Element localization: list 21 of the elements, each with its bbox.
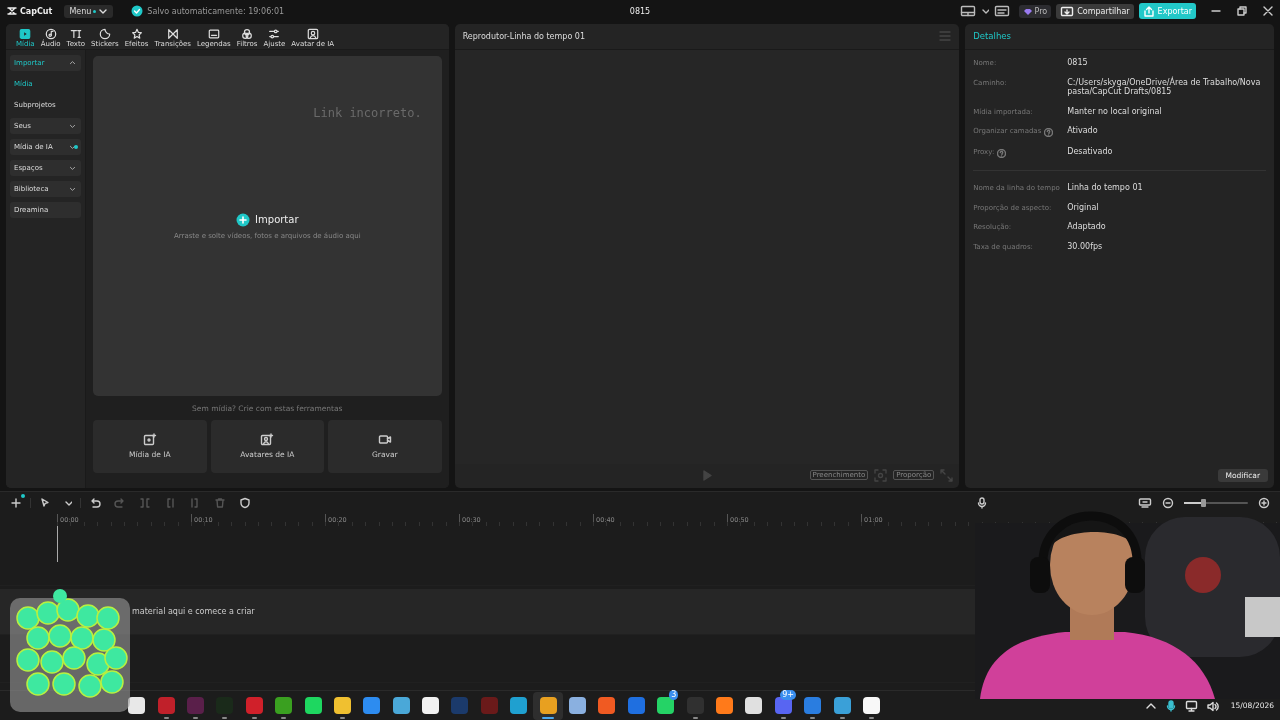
field-value: Adaptado (1067, 222, 1107, 233)
panel-title: Detalhes (973, 31, 1011, 42)
share-button[interactable]: Compartilhar (1056, 3, 1134, 19)
panel-title: Reprodutor-Linha do tempo 01 (462, 31, 586, 41)
window-title: 0815 (628, 6, 652, 16)
field-value: C:/Users/skyga/OneDrive/Área de Trabalho/Nova pasta/CapCut Drafts/0815 (1067, 77, 1262, 97)
track-hint: material aqui e comece a criar (132, 606, 255, 616)
field-value: Linha do tempo 01 (1067, 183, 1144, 193)
field-value: Manter no local original (1067, 106, 1163, 117)
count-badge: 3 (669, 689, 679, 700)
field-value: 0815 (1067, 57, 1089, 68)
import-button[interactable]: Importar (236, 212, 299, 227)
field-value: 30.00fps (1067, 242, 1104, 252)
save-status: Salvo automaticamente: 19:06:01 (147, 6, 285, 16)
count-badge: 9+ (780, 689, 796, 700)
app-logo: CapCut (20, 6, 53, 16)
pro-button[interactable]: Pro (1018, 4, 1052, 18)
field-value: Ativado (1067, 126, 1099, 138)
field-value: Original (1067, 202, 1100, 213)
field-value: Desativado (1067, 147, 1114, 159)
menu-button[interactable]: Menu (64, 4, 114, 18)
